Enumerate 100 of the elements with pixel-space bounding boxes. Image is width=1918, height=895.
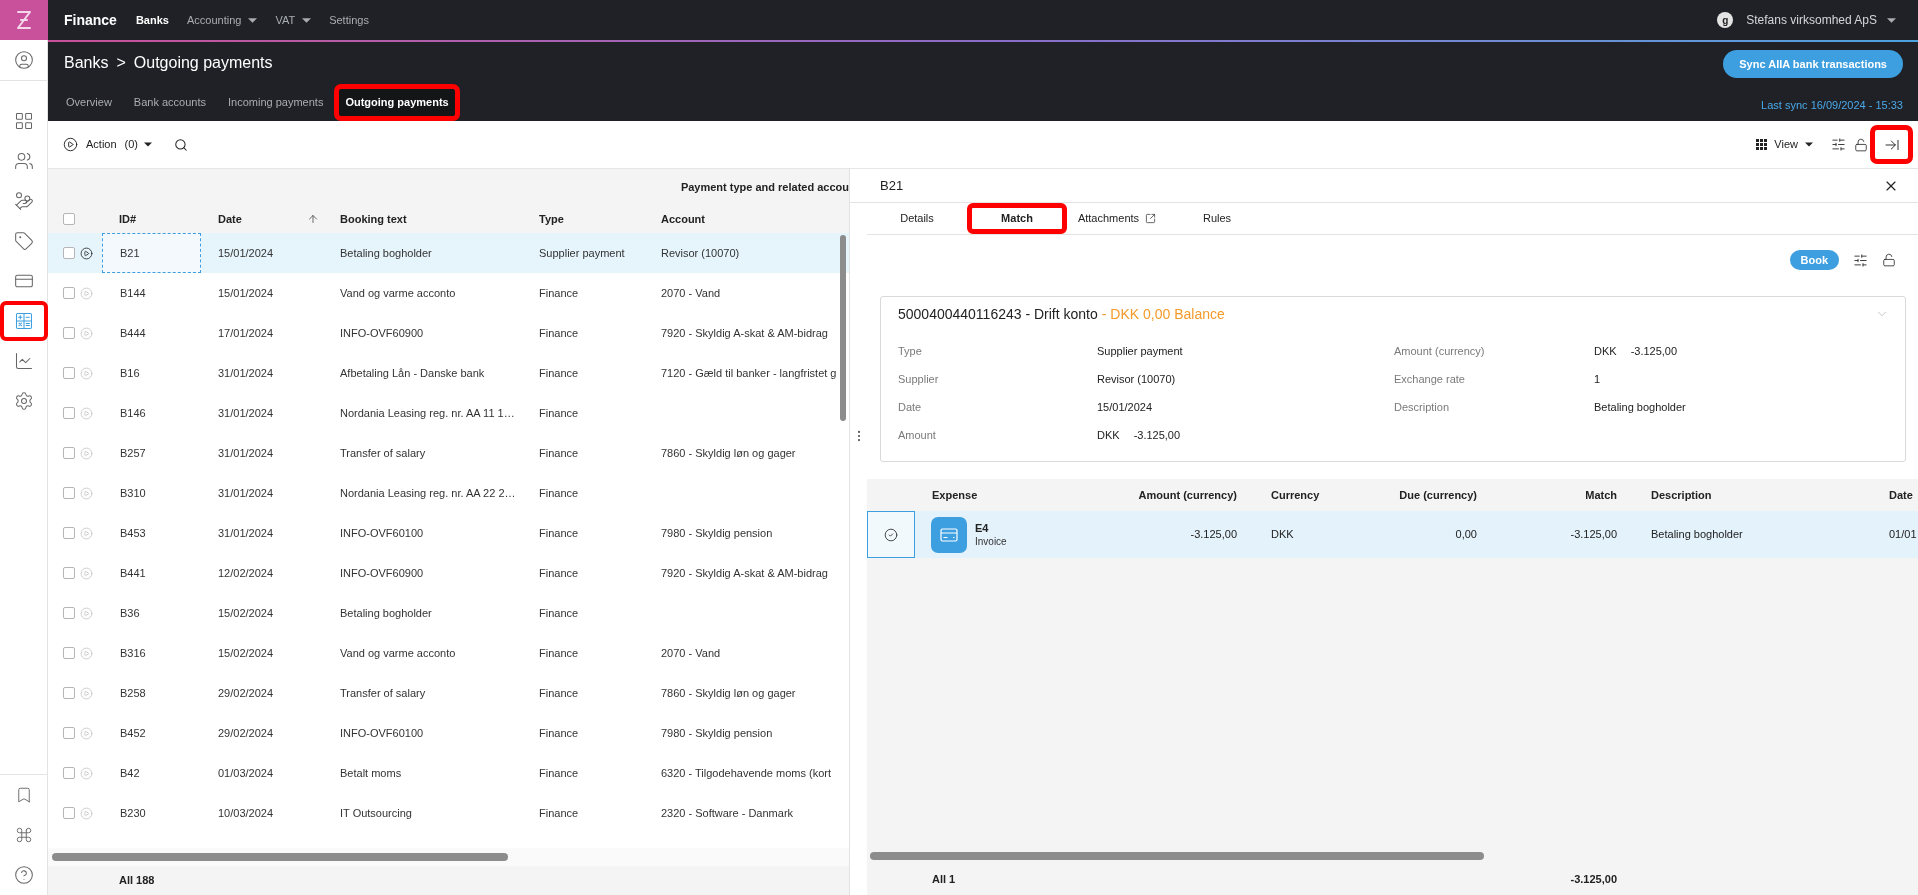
table-cell-text: B257 — [119, 445, 147, 461]
padlock-icon[interactable] — [1854, 137, 1868, 152]
play-circle-icon[interactable] — [80, 246, 93, 260]
column-header[interactable]: Booking text — [340, 210, 407, 228]
command-key-icon[interactable] — [14, 826, 33, 844]
column-header[interactable]: Amount (currency) — [1138, 486, 1237, 504]
column-header[interactable]: Date — [218, 210, 242, 228]
checkbox[interactable] — [63, 247, 75, 259]
checkbox[interactable] — [63, 213, 75, 225]
tab[interactable]: Overview — [55, 84, 123, 121]
vertical-scrollbar[interactable] — [840, 235, 846, 421]
table-cell-text: 2070 - Vand — [660, 285, 722, 301]
checkbox[interactable] — [63, 527, 75, 539]
table-cell-text: B42 — [119, 765, 141, 781]
checkbox[interactable] — [63, 567, 75, 579]
table-cell-text: DKK — [1271, 527, 1294, 543]
search-icon[interactable] — [174, 137, 189, 152]
company-menu[interactable]: Stefans virksomhed ApS — [1746, 11, 1896, 29]
help-icon[interactable] — [13, 865, 34, 885]
table-cell-text: 29/02/2024 — [217, 685, 275, 701]
row-count: All 1 — [932, 871, 956, 887]
row-selector[interactable] — [867, 511, 915, 558]
nav-menu-item[interactable]: Banks — [135, 11, 169, 29]
tab[interactable]: Match — [967, 203, 1067, 234]
table-cell-text: 10/03/2024 — [217, 805, 275, 821]
column-header[interactable]: Type — [539, 210, 564, 228]
tab[interactable]: Bank accounts — [122, 84, 217, 121]
column-header[interactable]: Date — [1889, 486, 1913, 504]
table-cell-text: 6320 - Tilgodehavende moms (kort — [660, 765, 832, 781]
column-header[interactable]: Currency — [1271, 486, 1320, 504]
checkbox[interactable] — [63, 647, 75, 659]
table-cell-text: Betalt moms — [339, 765, 403, 781]
table-cell-text: B230 — [119, 805, 147, 821]
padlock-icon[interactable] — [1882, 253, 1896, 267]
checkbox[interactable] — [63, 807, 75, 819]
table-cell-text: Finance — [538, 605, 580, 621]
tab[interactable]: Incoming payments — [217, 84, 335, 121]
table-cell-text: 15/02/2024 — [217, 645, 275, 661]
table-cell-text: B36 — [119, 605, 141, 621]
collapse-panel-button[interactable] — [1870, 125, 1913, 164]
account-title: 5000400440116243 - Drift konto — [898, 304, 1098, 324]
currency-code: DKK — [1097, 427, 1120, 443]
nav-menu-item[interactable]: Accounting — [186, 11, 258, 29]
view-button[interactable]: View — [1756, 136, 1813, 153]
checkbox[interactable] — [63, 487, 75, 499]
caret-icon — [302, 17, 312, 23]
column-header[interactable]: Expense — [932, 486, 978, 504]
total-amount: -3.125,00 — [1570, 871, 1617, 887]
column-header[interactable]: Match — [1585, 486, 1617, 504]
caret-icon — [1887, 17, 1896, 23]
field-label: Amount (currency) — [1394, 344, 1485, 357]
table-cell-text: Finance — [538, 725, 580, 741]
field-value: -3.125,00 — [1630, 343, 1678, 359]
checkbox[interactable] — [63, 607, 75, 619]
table-cell-text: 31/01/2024 — [217, 405, 275, 421]
table-cell-text: Nordania Leasing reg. nr. AA 22 2… — [339, 485, 517, 501]
user-icon[interactable] — [13, 50, 34, 70]
checkbox[interactable] — [63, 287, 75, 299]
column-header[interactable]: Account — [661, 210, 705, 228]
tab[interactable]: Outgoing payments — [334, 84, 460, 121]
table-cell-text: Afbetaling Lån - Danske bank — [339, 365, 486, 381]
checkbox[interactable] — [63, 767, 75, 779]
table-cell-text: Vand og varme acconto — [339, 645, 457, 661]
table-cell-text: B146 — [119, 405, 147, 421]
checkbox[interactable] — [63, 687, 75, 699]
sliders-icon[interactable] — [1831, 137, 1846, 152]
breadcrumb-link[interactable]: Banks — [64, 51, 109, 75]
table-cell-text: Vand og varme acconto — [339, 285, 457, 301]
checkbox[interactable] — [63, 727, 75, 739]
external-link-icon — [1145, 213, 1157, 224]
horizontal-scrollbar[interactable] — [52, 853, 508, 861]
table-cell-text: 7980 - Skyldig pension — [660, 725, 774, 741]
horizontal-scrollbar[interactable] — [870, 852, 1484, 860]
checkbox[interactable] — [63, 447, 75, 459]
nav-menu-item[interactable]: VAT — [275, 11, 312, 29]
table-cell-text: 7120 - Gæld til banker - langfristet g — [660, 365, 838, 381]
sort-arrow-icon[interactable] — [307, 213, 319, 225]
table-cell-text: 7920 - Skyldig A-skat & AM-bidrag — [660, 325, 829, 341]
table-cell-text: 31/01/2024 — [217, 445, 275, 461]
nav-menu-item[interactable]: Settings — [329, 11, 369, 29]
table-cell-text: Finance — [538, 325, 580, 341]
logo-icon[interactable] — [0, 0, 48, 40]
field-value: Betaling bogholder — [1594, 399, 1686, 415]
table-row[interactable]: E4 Invoice -3.125,00 DKK 0,00 -3.125,00 Betaling bogholder 01/01 — [867, 511, 1918, 558]
tab[interactable]: Details — [867, 203, 967, 234]
checkbox[interactable] — [63, 407, 75, 419]
action-button[interactable]: Action (0) — [63, 136, 153, 153]
table-row[interactable]: B21 15/01/2024 Betaling bogholder Supplier payment Revisor (10070) — [48, 233, 849, 273]
column-header[interactable]: ID# — [119, 210, 137, 228]
avatar[interactable]: g — [1717, 12, 1734, 28]
tab[interactable]: Attachments — [1067, 203, 1167, 234]
checkbox[interactable] — [63, 367, 75, 379]
field-label: Supplier — [898, 372, 939, 385]
sliders-icon[interactable] — [1853, 252, 1868, 268]
tab[interactable]: Rules — [1167, 203, 1267, 234]
column-header[interactable]: Due (currency) — [1399, 486, 1477, 504]
caret-icon — [144, 142, 153, 147]
checkbox[interactable] — [63, 327, 75, 339]
field-label: Amount — [898, 428, 936, 441]
column-header[interactable]: Description — [1651, 486, 1712, 504]
